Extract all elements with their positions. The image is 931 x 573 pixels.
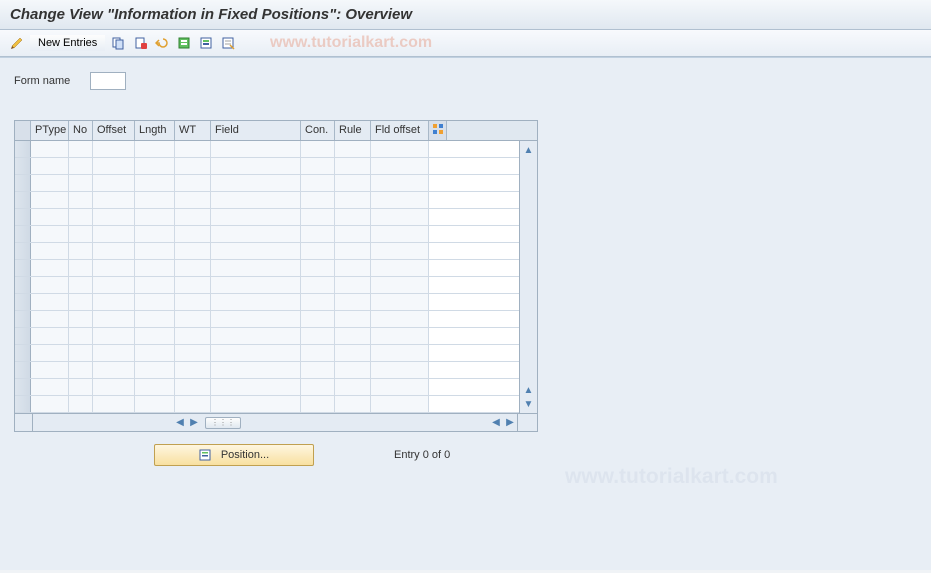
toggle-display-icon[interactable]: [8, 34, 26, 52]
position-button[interactable]: Position...: [154, 444, 314, 466]
table-row[interactable]: [15, 175, 519, 192]
deselect-all-icon[interactable]: [219, 34, 237, 52]
col-fldoffset[interactable]: Fld offset: [371, 121, 429, 140]
table-row[interactable]: [15, 209, 519, 226]
select-block-icon[interactable]: [197, 34, 215, 52]
scroll-left2-icon[interactable]: ◀: [489, 416, 503, 430]
col-wt[interactable]: WT: [175, 121, 211, 140]
entry-count-text: Entry 0 of 0: [394, 449, 450, 461]
undo-icon[interactable]: [153, 34, 171, 52]
hscroll-thumb[interactable]: ⋮⋮⋮: [205, 417, 241, 429]
vertical-scrollbar[interactable]: ▲ ▲ ▼: [519, 141, 537, 413]
position-icon: [199, 448, 213, 462]
table-row[interactable]: [15, 141, 519, 158]
table-row[interactable]: [15, 226, 519, 243]
table-row[interactable]: [15, 243, 519, 260]
new-entries-button[interactable]: New Entries: [30, 35, 105, 51]
table-row[interactable]: [15, 158, 519, 175]
copy-icon[interactable]: [109, 34, 127, 52]
form-name-row: Form name: [14, 72, 917, 90]
table-row[interactable]: [15, 328, 519, 345]
table-row[interactable]: [15, 311, 519, 328]
table-row[interactable]: [15, 345, 519, 362]
scroll-left-icon[interactable]: ◀: [173, 416, 187, 430]
data-grid: PType No Offset Lngth WT Field Con. Rule…: [14, 120, 538, 432]
col-rule[interactable]: Rule: [335, 121, 371, 140]
watermark: www.tutorialkart.com: [270, 34, 432, 52]
scroll-up-icon[interactable]: ▲: [522, 143, 536, 157]
table-row[interactable]: [15, 277, 519, 294]
grid-config-icon[interactable]: [429, 121, 447, 140]
table-row[interactable]: [15, 396, 519, 413]
select-all-icon[interactable]: [175, 34, 193, 52]
content-area: Form name PType No Offset Lngth WT Field…: [0, 57, 931, 570]
col-offset[interactable]: Offset: [93, 121, 135, 140]
col-con[interactable]: Con.: [301, 121, 335, 140]
table-row[interactable]: [15, 192, 519, 209]
col-ptype[interactable]: PType: [31, 121, 69, 140]
col-lngth[interactable]: Lngth: [135, 121, 175, 140]
grid-rows: [15, 141, 519, 413]
col-field[interactable]: Field: [211, 121, 301, 140]
table-row[interactable]: [15, 294, 519, 311]
toolbar: New Entries www.tutorialkart.com: [0, 30, 931, 57]
scroll-down-icon[interactable]: ▲: [522, 383, 536, 397]
table-row[interactable]: [15, 260, 519, 277]
page-title: Change View "Information in Fixed Positi…: [0, 0, 931, 30]
scroll-right-icon[interactable]: ▶: [187, 416, 201, 430]
grid-select-all[interactable]: [15, 121, 31, 140]
bottom-bar: Position... Entry 0 of 0: [14, 444, 538, 466]
horizontal-scrollbar[interactable]: ◀ ▶ ⋮⋮⋮ ◀ ▶: [15, 413, 537, 431]
grid-header: PType No Offset Lngth WT Field Con. Rule…: [15, 121, 537, 141]
scroll-down2-icon[interactable]: ▼: [522, 397, 536, 411]
table-row[interactable]: [15, 362, 519, 379]
form-name-label: Form name: [14, 75, 70, 87]
table-row[interactable]: [15, 379, 519, 396]
form-name-input[interactable]: [90, 72, 126, 90]
delete-icon[interactable]: [131, 34, 149, 52]
col-no[interactable]: No: [69, 121, 93, 140]
scroll-right2-icon[interactable]: ▶: [503, 416, 517, 430]
watermark-2: www.tutorialkart.com: [565, 465, 778, 489]
